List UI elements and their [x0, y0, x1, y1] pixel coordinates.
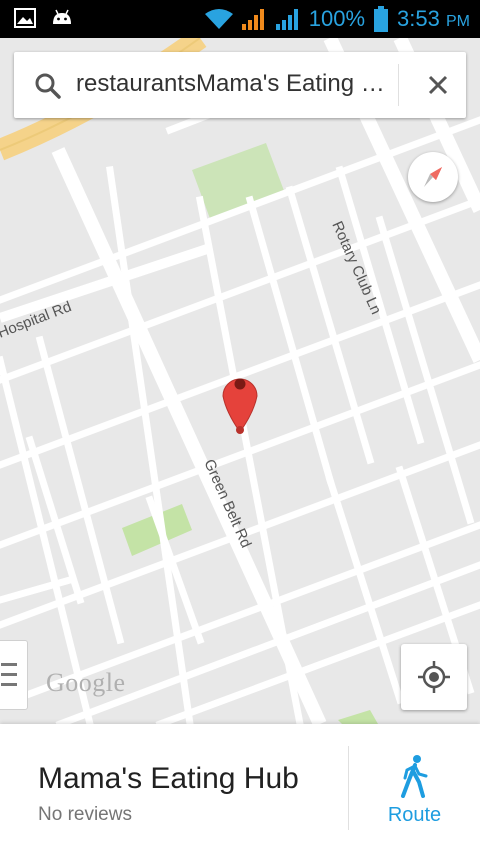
- menu-icon-bar: [1, 663, 17, 666]
- my-location-icon: [418, 661, 450, 693]
- compass-icon: [424, 167, 442, 187]
- menu-drawer-handle[interactable]: [0, 640, 28, 710]
- clear-search-button[interactable]: [412, 64, 464, 106]
- close-icon: [428, 75, 448, 95]
- search-query[interactable]: restaurantsMama's Eating Hub: [76, 70, 394, 98]
- battery-icon: [374, 6, 389, 32]
- menu-icon-bar: [1, 673, 17, 676]
- status-bar: 100% 3:53 PM: [0, 0, 480, 38]
- wifi-icon: [204, 9, 233, 29]
- signal-icon-2: [275, 9, 298, 30]
- signal-icon-1: [241, 9, 264, 30]
- clock-ampm: PM: [446, 13, 470, 30]
- my-location-button[interactable]: [401, 644, 467, 710]
- compass-button[interactable]: [408, 152, 458, 202]
- gallery-icon: [14, 8, 36, 28]
- map-view[interactable]: Hospital Rd Rotary Club Ln Green Belt Rd: [0, 38, 480, 724]
- place-name: Mama's Eating Hub: [38, 762, 299, 795]
- walking-icon: [401, 755, 428, 798]
- android-icon: [53, 9, 71, 24]
- search-bar[interactable]: restaurantsMama's Eating Hub: [14, 52, 466, 118]
- battery-percent: 100%: [308, 6, 366, 31]
- search-icon[interactable]: [34, 72, 62, 100]
- route-button[interactable]: Route: [349, 746, 480, 854]
- route-label: Route: [387, 804, 442, 826]
- clock: 3:53 PM: [397, 6, 470, 32]
- map-canvas[interactable]: Hospital Rd Rotary Club Ln Green Belt Rd: [0, 38, 480, 724]
- google-logo: Google: [46, 668, 126, 697]
- clock-time: 3:53: [397, 6, 440, 31]
- place-card[interactable]: Mama's Eating Hub No reviews Route: [0, 724, 480, 854]
- search-divider: [398, 64, 399, 106]
- menu-icon-bar: [1, 683, 17, 686]
- place-reviews: No reviews: [38, 804, 132, 825]
